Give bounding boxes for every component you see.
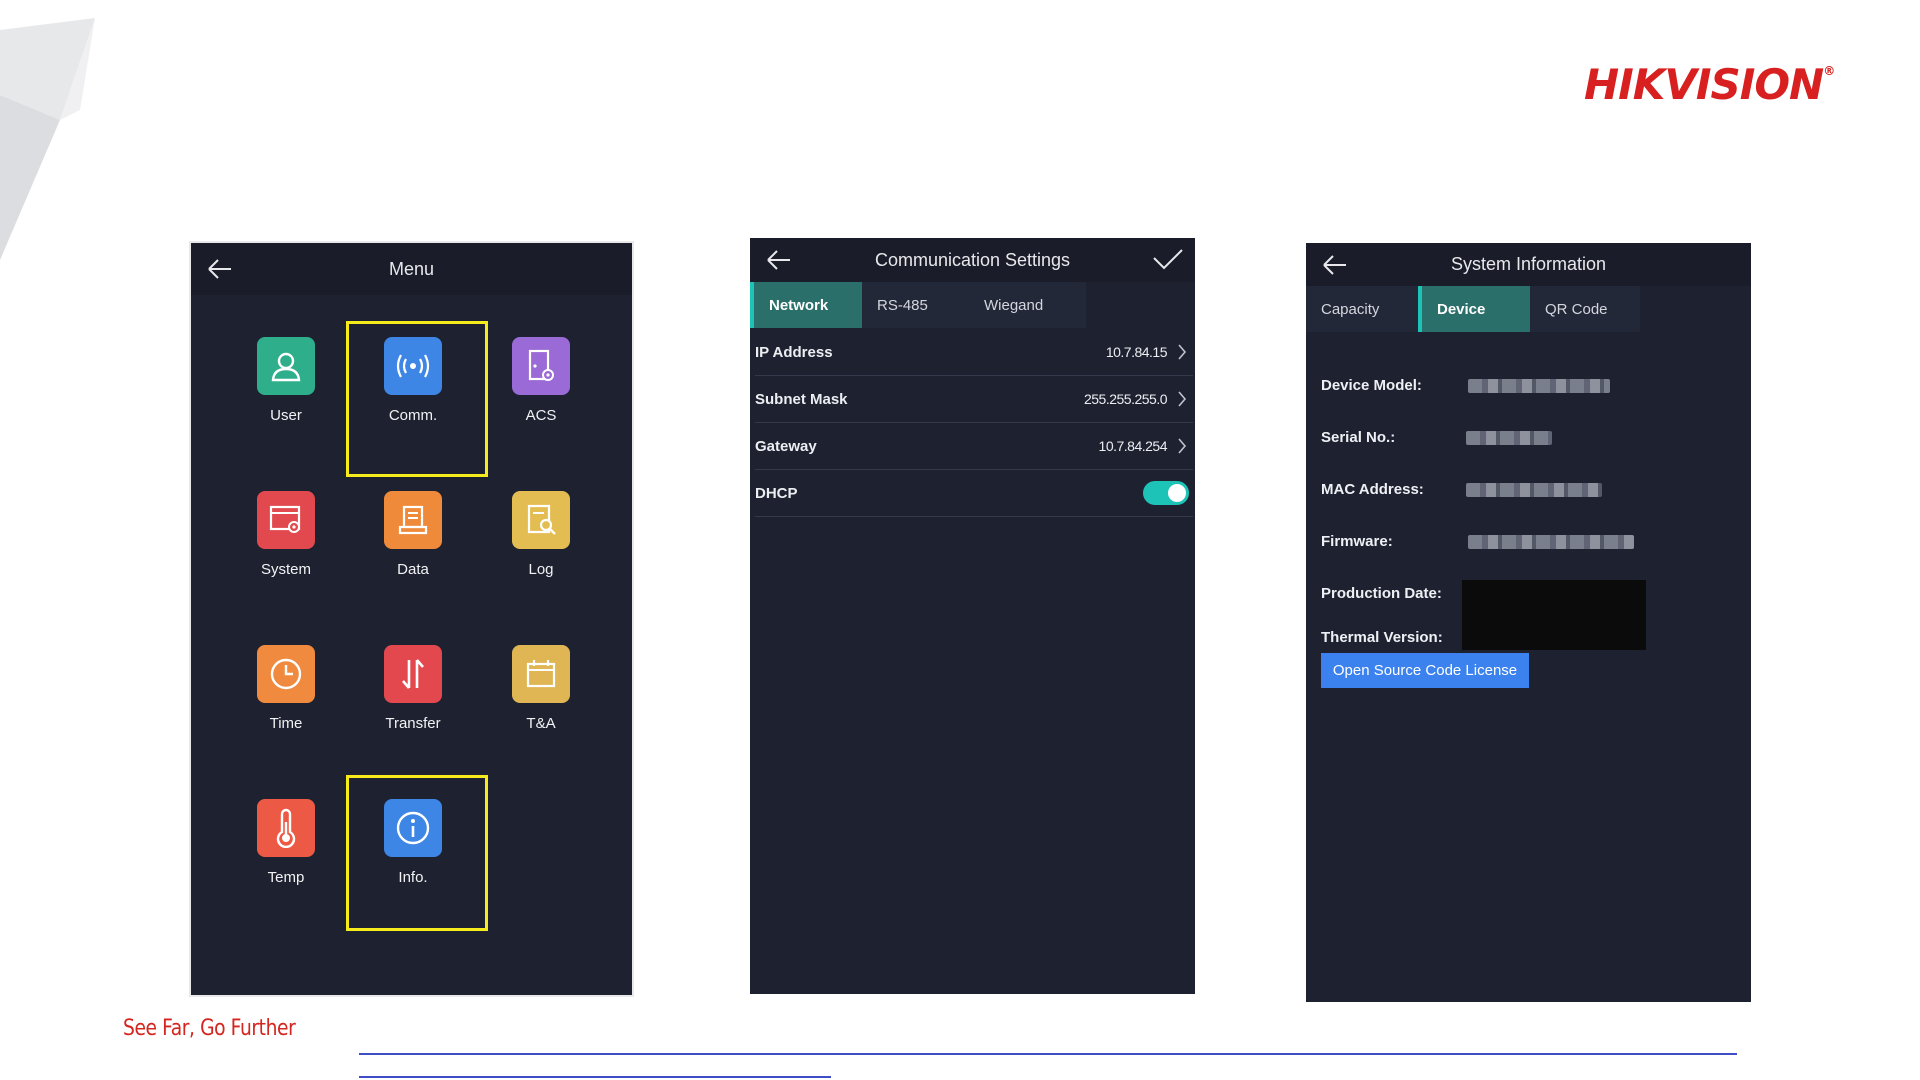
page-title: Communication Settings — [874, 249, 1071, 270]
back-arrow-icon[interactable] — [205, 255, 235, 283]
menu-item-acs[interactable]: ACS — [470, 299, 612, 455]
tab-wiegand[interactable]: Wiegand — [960, 282, 1086, 328]
footer-divider-line — [359, 1053, 1737, 1055]
menu-titlebar: Menu — [191, 243, 632, 295]
chevron-right-icon — [1178, 344, 1187, 360]
device-model-label: Device Model: — [1321, 377, 1422, 394]
calendar-icon — [512, 645, 570, 703]
ip-address-label: IP Address — [755, 343, 833, 361]
highlight-box-comm — [346, 321, 488, 477]
open-source-license-button[interactable]: Open Source Code License — [1321, 653, 1529, 688]
tab-capacity[interactable]: Capacity — [1306, 286, 1418, 332]
menu-item-time[interactable]: Time — [215, 607, 357, 763]
serial-no-label: Serial No.: — [1321, 429, 1396, 446]
user-icon — [257, 337, 315, 395]
thermal-version-label: Thermal Version: — [1321, 629, 1443, 646]
transfer-arrows-icon — [384, 645, 442, 703]
ip-address-row[interactable]: IP Address 10.7.84.15 — [755, 329, 1193, 376]
menu-item-log[interactable]: Log — [470, 453, 612, 609]
menu-item-temp[interactable]: Temp — [215, 761, 357, 917]
footer-divider-line-short — [359, 1076, 831, 1078]
tab-rs485[interactable]: RS-485 — [862, 282, 960, 328]
dhcp-label: DHCP — [755, 484, 798, 502]
gateway-row[interactable]: Gateway 10.7.84.254 — [755, 423, 1193, 470]
menu-item-label: ACS — [525, 407, 557, 424]
menu-item-label: Temp — [267, 869, 305, 886]
menu-item-label: Data — [397, 561, 429, 578]
firmware-label: Firmware: — [1321, 533, 1393, 550]
comm-titlebar: Communication Settings — [750, 238, 1195, 282]
highlight-box-info — [346, 775, 488, 931]
serial-no-value-redacted — [1466, 431, 1552, 445]
menu-item-label: System — [260, 561, 311, 578]
device-model-value-redacted — [1468, 379, 1610, 393]
menu-item-label: Log — [528, 561, 554, 578]
hikvision-logo: HIKVISION® — [1584, 60, 1835, 109]
system-settings-icon — [257, 491, 315, 549]
acs-door-gear-icon — [512, 337, 570, 395]
dhcp-toggle[interactable] — [1143, 481, 1189, 505]
thermometer-icon — [257, 799, 315, 857]
data-document-icon — [384, 491, 442, 549]
production-date-label: Production Date: — [1321, 585, 1442, 602]
menu-item-user[interactable]: User — [215, 299, 357, 455]
chevron-right-icon — [1178, 438, 1187, 454]
back-arrow-icon[interactable] — [1320, 251, 1350, 279]
chevron-right-icon — [1178, 391, 1187, 407]
decorative-shape — [0, 18, 95, 260]
mac-address-label: MAC Address: — [1321, 481, 1424, 498]
confirm-check-icon[interactable] — [1151, 246, 1185, 274]
system-information-screen: System Information Capacity Device QR Co… — [1306, 243, 1751, 1002]
gateway-value: 10.7.84.254 — [1098, 438, 1168, 454]
subnet-mask-row[interactable]: Subnet Mask 255.255.255.0 — [755, 376, 1193, 423]
firmware-value-redacted — [1468, 535, 1634, 549]
gateway-label: Gateway — [755, 437, 817, 455]
menu-item-label: Transfer — [385, 715, 441, 732]
subnet-mask-label: Subnet Mask — [755, 390, 848, 408]
menu-item-ta[interactable]: T&A — [470, 607, 612, 763]
comm-tabs: Network RS-485 Wiegand — [750, 282, 1195, 328]
toggle-knob — [1168, 484, 1186, 502]
slogan: See Far, Go Further — [123, 1016, 296, 1041]
menu-item-transfer[interactable]: Transfer — [342, 607, 484, 763]
tab-device[interactable]: Device — [1418, 286, 1530, 332]
ip-address-value: 10.7.84.15 — [1105, 344, 1168, 360]
sysinfo-tabs: Capacity Device QR Code — [1306, 286, 1751, 332]
log-search-icon — [512, 491, 570, 549]
redacted-black-box — [1462, 580, 1646, 650]
communication-settings-screen: Communication Settings Network RS-485 Wi… — [750, 238, 1195, 994]
clock-icon — [257, 645, 315, 703]
subnet-mask-value: 255.255.255.0 — [1083, 391, 1168, 407]
logo-text: HIKVISION — [1584, 60, 1824, 109]
sysinfo-titlebar: System Information — [1306, 243, 1751, 286]
menu-screen: Menu User Comm. ACS System Data Log Time… — [189, 241, 634, 997]
back-arrow-icon[interactable] — [764, 246, 794, 274]
page-title: Menu — [388, 258, 435, 279]
menu-item-label: User — [270, 407, 302, 424]
tab-network[interactable]: Network — [750, 282, 862, 328]
mac-address-value-redacted — [1466, 483, 1602, 497]
dhcp-row: DHCP — [755, 470, 1193, 517]
menu-item-label: Time — [269, 715, 303, 732]
menu-item-system[interactable]: System — [215, 453, 357, 609]
page-title: System Information — [1450, 254, 1607, 274]
menu-item-label: T&A — [526, 715, 556, 732]
tab-qr-code[interactable]: QR Code — [1530, 286, 1640, 332]
